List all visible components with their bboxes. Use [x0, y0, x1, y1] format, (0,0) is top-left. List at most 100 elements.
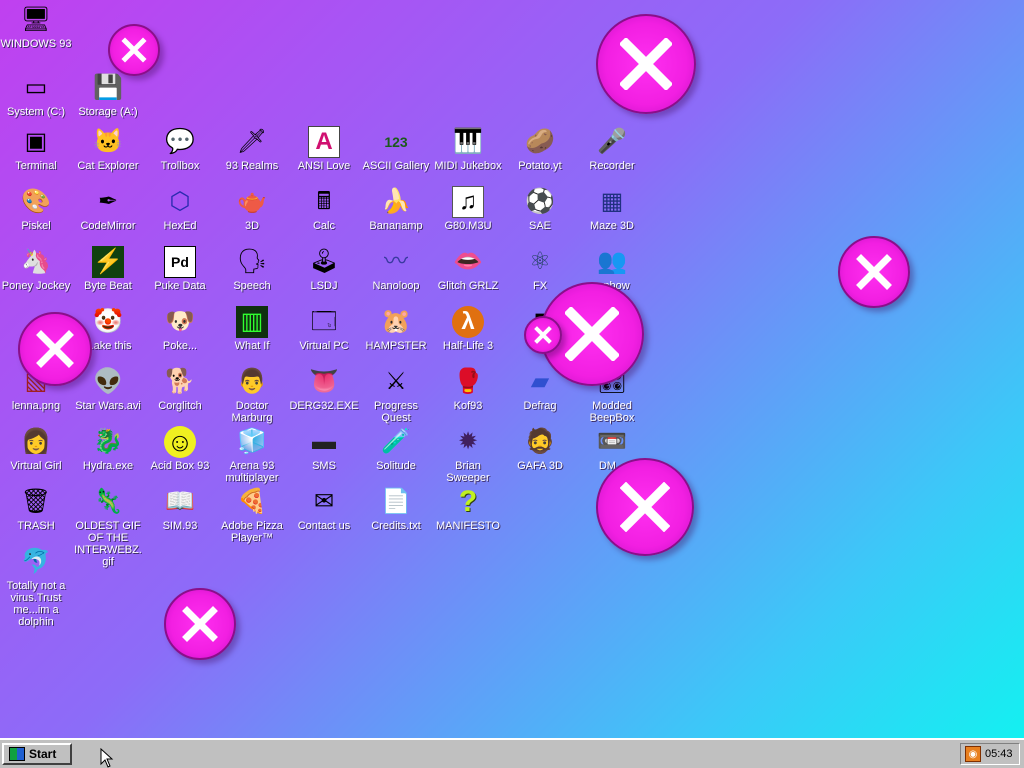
icon-label: ANSI Love — [297, 160, 351, 172]
icon-label: Doctor Marburg — [231, 400, 273, 424]
icon-ascii-gallery[interactable]: 123 ASCII Gallery — [360, 126, 432, 172]
icon-arena-93[interactable]: 🧊 Arena 93 multiplayer — [216, 426, 288, 484]
icon-solitude[interactable]: 🧪 Solitude — [360, 426, 432, 472]
icon-virtual-girl[interactable]: 👩 Virtual Girl — [0, 426, 72, 472]
icon-recorder[interactable]: 🎤 Recorder — [576, 126, 648, 172]
ball-icon: ⚽ — [525, 188, 555, 215]
virus-close-bubble[interactable] — [838, 236, 910, 308]
virus-close-bubble[interactable] — [164, 588, 236, 660]
icon-potato-yt[interactable]: 🥔 Potato.yt — [504, 126, 576, 172]
close-x-icon — [121, 37, 147, 63]
close-x-icon — [565, 307, 619, 361]
icon-brian-sweeper[interactable]: ✹ Brian Sweeper — [432, 426, 504, 484]
microphone-icon: 🎤 — [597, 128, 627, 155]
icon-3d[interactable]: 🫖 3D — [216, 186, 288, 232]
icon-virtual-pc[interactable]: 🗔 Virtual PC — [288, 306, 360, 352]
pen-icon: ✒ — [97, 188, 119, 215]
icon-trollbox[interactable]: 💬 Trollbox — [144, 126, 216, 172]
icon-doctor-marburg[interactable]: 👨 Doctor Marburg — [216, 366, 288, 424]
icon-label: Terminal — [15, 160, 57, 172]
icon-kof93[interactable]: 🥊 Kof93 — [432, 366, 504, 412]
atom-icon: ⚛ — [529, 248, 551, 275]
icon-acid-box-93[interactable]: ☺ Acid Box 93 — [144, 426, 216, 472]
icon-93-realms[interactable]: 🗡 93 Realms — [216, 126, 288, 172]
icon-oldest-gif[interactable]: 🦎 OLDEST GIF OF THE INTERWEBZ.gif — [72, 486, 144, 568]
crossed-swords-icon: ⚔ — [385, 368, 407, 395]
palette-icon: 🎨 — [21, 188, 51, 215]
icon-puke-data[interactable]: Pd Puke Data — [144, 246, 216, 292]
icon-byte-beat[interactable]: ⚡ Byte Beat — [72, 246, 144, 292]
icon-piskel[interactable]: 🎨 Piskel — [0, 186, 72, 232]
icon-sim93[interactable]: 📖 SIM.93 — [144, 486, 216, 532]
rss-icon[interactable]: ◉ — [965, 746, 981, 762]
icon-adobe-pizza[interactable]: 🍕 Adobe Pizza Player™ — [216, 486, 288, 544]
icon-pokedex[interactable]: 🐶 Poke... — [144, 306, 216, 352]
icon-hydra-exe[interactable]: 🐉 Hydra.exe — [72, 426, 144, 472]
icon-storage-a[interactable]: 💾 Storage (A:) — [72, 72, 144, 118]
icon-label: ASCII Gallery — [362, 160, 430, 172]
icon-g80-m3u[interactable]: ♫ G80.M3U — [432, 186, 504, 232]
close-x-icon — [856, 254, 892, 290]
icon-fx[interactable]: ⚛ FX — [504, 246, 576, 292]
start-button[interactable]: Start — [2, 743, 72, 765]
icon-sms[interactable]: ▬ SMS — [288, 426, 360, 472]
icon-label: Corglitch — [158, 400, 202, 412]
close-x-icon — [182, 606, 218, 642]
icon-credits[interactable]: 📄 Credits.txt — [360, 486, 432, 532]
virus-close-bubble[interactable] — [596, 14, 696, 114]
icon-calc[interactable]: 🖩 Calc — [288, 186, 360, 232]
icon-label: Speech — [233, 280, 271, 292]
icon-dolphin[interactable]: 🐬 Totally not a virus.Trust me...im a dol… — [0, 546, 72, 628]
hamster-icon: 🐹 — [381, 308, 411, 335]
music-file-icon: ♫ — [452, 186, 484, 218]
window-icon: 🗔 — [310, 308, 338, 335]
icon-progress-quest[interactable]: ⚔ Progress Quest — [360, 366, 432, 424]
icon-poney-jockey[interactable]: 🦄 Poney Jockey — [0, 246, 72, 292]
virus-close-bubble[interactable] — [524, 316, 562, 354]
clown-icon: 🤡 — [93, 308, 123, 335]
icon-lsdj[interactable]: 🕹 LSDJ — [288, 246, 360, 292]
icon-corglitch[interactable]: 🐕 Corglitch — [144, 366, 216, 412]
icon-system-c[interactable]: ▭ System (C:) — [0, 72, 72, 118]
icon-label: Credits.txt — [371, 520, 421, 532]
icon-hexed[interactable]: ⬡ HexEd — [144, 186, 216, 232]
icon-label: Poney Jockey — [1, 280, 71, 292]
sword-icon: 🗡 — [236, 128, 268, 155]
icon-codemirror[interactable]: ✒ CodeMirror — [72, 186, 144, 232]
icon-maze-3d[interactable]: ▦ Maze 3D — [576, 186, 648, 232]
icon-label: Storage (A:) — [78, 106, 138, 118]
icon-what-if[interactable]: ▥ What If — [216, 306, 288, 352]
people-icon: 👥 — [597, 248, 627, 275]
icon-label: SAE — [528, 220, 551, 232]
icon-midi-jukebox[interactable]: 🎹 MIDI Jukebox — [432, 126, 504, 172]
virus-close-bubble[interactable] — [18, 312, 92, 386]
taskbar: Start ◉ 05:43 — [0, 738, 1024, 768]
icon-contact-us[interactable]: ✉ Contact us — [288, 486, 360, 532]
icon-sae[interactable]: ⚽ SAE — [504, 186, 576, 232]
start-label: Start — [29, 747, 57, 761]
icon-label: Poke... — [162, 340, 198, 352]
icon-glitch-grlz[interactable]: 👄 Glitch GRLZ — [432, 246, 504, 292]
icon-speech[interactable]: 🗣 Speech — [216, 246, 288, 292]
icon-label: Contact us — [297, 520, 351, 532]
icon-hampster[interactable]: 🐹 HAMPSTER — [360, 306, 432, 352]
icon-label: Maze 3D — [589, 220, 635, 232]
icon-derg32[interactable]: 👅 DERG32.EXE — [288, 366, 360, 412]
icon-trash[interactable]: 🗑 TRASH — [0, 486, 72, 532]
icon-cat-explorer[interactable]: 🐱 Cat Explorer — [72, 126, 144, 172]
icon-windows93[interactable]: 🖥 WINDOWS 93 — [0, 4, 72, 50]
icon-label: TRASH — [17, 520, 55, 532]
icon-terminal[interactable]: ▣ Terminal — [0, 126, 72, 172]
virus-close-bubble[interactable] — [108, 24, 160, 76]
icon-gafa-3d[interactable]: 🧔 GAFA 3D — [504, 426, 576, 472]
icon-nanoloop[interactable]: 〰 Nanoloop — [360, 246, 432, 292]
virus-close-bubble[interactable] — [596, 458, 694, 556]
icon-ansi-love[interactable]: A ANSI Love — [288, 126, 360, 172]
icon-label: Adobe Pizza Player™ — [221, 520, 283, 544]
icon-manifesto[interactable]: ? MANIFESTO — [432, 486, 504, 533]
icon-label: Totally not a virus.Trust me...im a dolp… — [6, 580, 66, 628]
icon-label: Byte Beat — [84, 280, 132, 292]
icon-half-life-3[interactable]: λ Half-Life 3 — [432, 306, 504, 352]
icon-label: Half-Life 3 — [442, 340, 494, 352]
icon-bananamp[interactable]: 🍌 Bananamp — [360, 186, 432, 232]
